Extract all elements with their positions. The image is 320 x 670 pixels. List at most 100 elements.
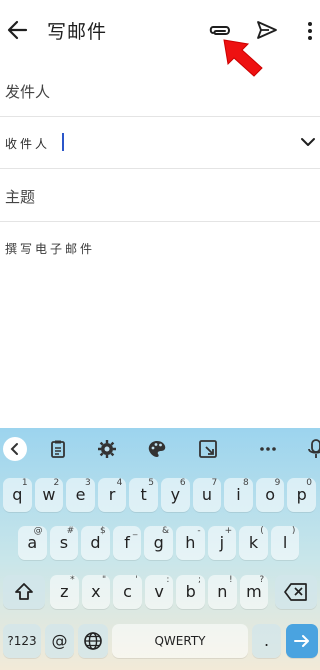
from-label: 发件人 — [5, 83, 51, 101]
key-u[interactable]: u7 — [192, 478, 222, 512]
key-k-hint: ( — [260, 526, 264, 536]
body-input[interactable]: 撰写电子邮件 — [5, 240, 95, 257]
key-o[interactable]: o9 — [255, 478, 285, 512]
subject-field[interactable]: 主题 — [0, 169, 320, 222]
key-i[interactable]: i8 — [224, 478, 253, 512]
key-d-hint: $ — [100, 526, 106, 536]
gear-icon[interactable] — [97, 439, 117, 459]
enter-key[interactable] — [286, 624, 318, 658]
key-c-hint: ' — [135, 575, 138, 585]
microphone-icon[interactable] — [306, 439, 320, 459]
period-key[interactable]: . — [252, 624, 281, 658]
key-n[interactable]: n! — [208, 575, 237, 609]
key-t-hint: 5 — [148, 478, 154, 488]
key-h-label: h — [185, 533, 196, 552]
keyboard-toolbar — [0, 428, 320, 470]
symbols-key[interactable]: ?123 — [3, 624, 41, 658]
key-j[interactable]: j + — [207, 526, 237, 560]
key-l-label: l — [282, 533, 288, 552]
key-w[interactable]: w2 — [34, 478, 64, 512]
space-key[interactable]: QWERTY — [112, 624, 248, 658]
key-o-label: o — [265, 485, 275, 504]
key-z-label: z — [60, 582, 69, 601]
key-a-hint: @ — [33, 526, 43, 536]
key-e-label: e — [75, 485, 86, 504]
key-r[interactable]: r4 — [97, 478, 127, 512]
key-s[interactable]: s # — [49, 526, 79, 560]
key-j-label: j — [219, 533, 225, 552]
key-z[interactable]: z * — [50, 575, 79, 609]
at-key-label: @ — [51, 631, 68, 650]
key-r-label: r — [108, 485, 116, 504]
more-vertical-icon[interactable] — [302, 20, 318, 42]
key-t[interactable]: t5 — [129, 478, 158, 512]
key-d-label: d — [90, 533, 101, 552]
key-k[interactable]: k( — [239, 526, 268, 560]
key-y-label: y — [170, 485, 181, 504]
key-l-hint: ) — [291, 526, 296, 536]
key-p-label: p — [296, 485, 307, 504]
key-f[interactable]: f _ — [112, 526, 142, 560]
symbols-key-label: ?123 — [7, 634, 37, 648]
from-field[interactable]: 发件人 — [0, 62, 320, 117]
more-horizontal-icon[interactable] — [258, 439, 278, 459]
text-cursor — [62, 133, 64, 151]
key-b[interactable]: b; — [176, 575, 205, 609]
key-c[interactable]: c ' — [113, 575, 142, 609]
key-t-label: t — [140, 485, 147, 504]
key-f-hint: _ — [132, 526, 138, 536]
palette-icon[interactable] — [147, 439, 167, 459]
key-x[interactable]: x " — [81, 575, 111, 609]
key-w-hint: 2 — [53, 478, 60, 488]
key-l[interactable]: l) — [270, 526, 300, 560]
key-o-hint: 9 — [274, 478, 281, 488]
backspace-key[interactable] — [275, 575, 317, 609]
key-c-label: c — [123, 582, 132, 601]
arrow-right-icon — [294, 635, 309, 647]
key-u-label: u — [201, 485, 212, 504]
key-f-label: f — [124, 533, 130, 552]
key-y[interactable]: y6 — [161, 478, 190, 512]
arrow-left-icon[interactable] — [6, 18, 28, 42]
key-e[interactable]: e3 — [66, 478, 95, 512]
chevron-down-icon[interactable] — [300, 135, 316, 149]
key-p[interactable]: p0 — [287, 478, 316, 512]
key-v-hint: : — [166, 575, 170, 585]
page-title: 写邮件 — [47, 21, 108, 43]
subject-label: 主题 — [5, 188, 36, 206]
key-d[interactable]: d $ — [81, 526, 110, 560]
key-x-label: x — [91, 582, 101, 601]
to-field[interactable]: 收件人 — [0, 117, 320, 169]
globe-icon — [84, 632, 102, 650]
backspace-icon — [284, 583, 307, 601]
key-v[interactable]: v: — [144, 575, 174, 609]
key-h[interactable]: h- — [176, 526, 205, 560]
key-m-hint: ? — [259, 575, 265, 585]
key-z-hint: * — [70, 575, 75, 585]
key-q[interactable]: q1 — [3, 478, 32, 512]
key-n-hint: ! — [228, 575, 233, 585]
key-x-hint: " — [102, 575, 107, 585]
key-i-label: i — [236, 485, 241, 504]
key-m[interactable]: m? — [239, 575, 269, 609]
key-y-hint: 6 — [179, 478, 186, 488]
key-g[interactable]: g & — [144, 526, 173, 560]
space-key-label: QWERTY — [154, 634, 206, 648]
globe-key[interactable] — [78, 624, 108, 658]
at-key[interactable]: @ — [45, 624, 74, 658]
key-q-hint: 1 — [21, 478, 28, 488]
key-u-hint: 7 — [211, 478, 218, 488]
key-k-label: k — [248, 533, 259, 552]
key-a[interactable]: a @ — [18, 526, 47, 560]
clipboard-icon[interactable] — [48, 439, 68, 459]
collapse-chevron-icon[interactable] — [3, 437, 27, 461]
resize-icon[interactable] — [198, 439, 218, 459]
key-i-hint: 8 — [243, 478, 249, 488]
shift-icon — [15, 583, 33, 600]
period-key-label: . — [263, 631, 270, 650]
keyboard: q 1 w 2 e 3 r 4 t 5 y 6 u 7 i 8 o 9 p 0 a @ s # d $ f _ g & h - j + k(l) z *… — [0, 428, 320, 670]
key-j-hint: + — [224, 526, 233, 536]
key-r-hint: 4 — [116, 478, 123, 488]
shift-key[interactable] — [3, 575, 45, 609]
key-p-hint: 0 — [306, 478, 312, 488]
